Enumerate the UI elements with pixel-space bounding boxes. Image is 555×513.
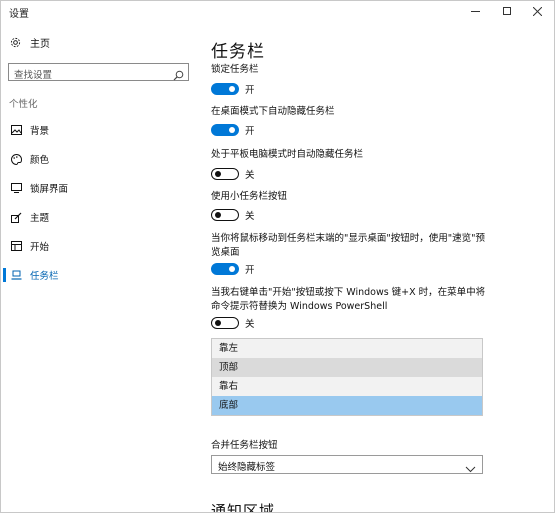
dropdown-option[interactable]: 顶部 <box>212 358 482 377</box>
combine-buttons-label: 合并任务栏按钮 <box>211 440 278 451</box>
sidebar-item-label: 锁屏界面 <box>30 184 69 195</box>
toggle-peek[interactable] <box>211 263 239 275</box>
toggle-autohide-tablet[interactable] <box>211 168 239 180</box>
home-link[interactable]: 主页 <box>9 35 50 50</box>
sidebar-item-label: 颜色 <box>30 155 50 166</box>
notification-area-heading: 通知区域 <box>211 502 276 513</box>
maximize-button[interactable] <box>492 1 522 21</box>
toggle-knob <box>215 171 221 177</box>
toggle-autohide-desktop[interactable] <box>211 124 239 136</box>
sidebar-item-label: 任务栏 <box>30 271 59 282</box>
toggle-small-buttons[interactable] <box>211 209 239 221</box>
sidebar-item-taskbar[interactable]: 任务栏 <box>1 264 201 286</box>
theme-icon <box>10 211 22 223</box>
toggle-state: 关 <box>245 170 255 181</box>
home-label: 主页 <box>30 39 50 50</box>
sidebar-item-start[interactable]: 开始 <box>1 235 201 257</box>
setting-label-lock-taskbar: 锁定任务栏 <box>211 64 259 75</box>
palette-icon <box>10 153 22 165</box>
sidebar-item-background[interactable]: 背景 <box>1 119 201 141</box>
sidebar-item-label: 背景 <box>30 126 50 137</box>
toggle-knob <box>215 320 221 326</box>
maximize-icon <box>503 7 511 15</box>
settings-window: 设置 主页 查找设置 个性化 背景 颜色 锁屏界面 主题 开始 任务栏 任务栏 … <box>0 0 555 513</box>
dropdown-option[interactable]: 底部 <box>212 396 482 415</box>
title-bar: 设置 <box>1 1 554 23</box>
search-input[interactable]: 查找设置 <box>8 63 189 81</box>
dropdown-option[interactable]: 靠左 <box>212 339 482 358</box>
main-content: 任务栏 锁定任务栏 开 在桌面模式下自动隐藏任务栏 开 处于平板电脑模式时自动隐… <box>201 23 554 513</box>
page-title: 任务栏 <box>211 42 265 62</box>
toggle-state: 开 <box>245 85 255 96</box>
setting-label-autohide-tablet: 处于平板电脑模式时自动隐藏任务栏 <box>211 149 364 160</box>
window-title: 设置 <box>9 9 29 20</box>
minimize-button[interactable] <box>460 1 490 21</box>
toggle-state: 开 <box>245 265 255 276</box>
toggle-state: 关 <box>245 211 255 222</box>
sidebar-item-colors[interactable]: 颜色 <box>1 148 201 170</box>
toggle-powershell[interactable] <box>211 317 239 329</box>
combine-buttons-select[interactable]: 始终隐藏标签 <box>211 455 483 474</box>
chevron-down-icon <box>465 459 476 478</box>
section-label: 个性化 <box>9 99 38 110</box>
lock-screen-icon <box>10 182 22 194</box>
start-icon <box>10 240 22 252</box>
sidebar-item-lock-screen[interactable]: 锁屏界面 <box>1 177 201 199</box>
search-icon <box>173 66 184 85</box>
image-icon <box>10 124 22 136</box>
toggle-lock-taskbar[interactable] <box>211 83 239 95</box>
setting-label-autohide-desktop: 在桌面模式下自动隐藏任务栏 <box>211 106 335 117</box>
setting-label-peek: 当你将鼠标移动到任务栏末端的"显示桌面"按钮时，使用"速览"预览桌面 <box>211 233 485 258</box>
combine-buttons-value: 始终隐藏标签 <box>218 462 276 473</box>
toggle-knob <box>229 127 235 133</box>
setting-label-small-buttons: 使用小任务栏按钮 <box>211 191 288 202</box>
close-button[interactable] <box>522 1 552 21</box>
toggle-knob <box>229 266 235 272</box>
dropdown-option[interactable]: 靠右 <box>212 377 482 396</box>
toggle-knob <box>215 212 221 218</box>
sidebar: 主页 查找设置 个性化 背景 颜色 锁屏界面 主题 开始 任务栏 <box>1 23 201 512</box>
close-icon <box>532 6 542 16</box>
taskbar-position-dropdown: 靠左 顶部 靠右 底部 <box>211 338 483 416</box>
sidebar-item-label: 主题 <box>30 213 50 224</box>
toggle-state: 开 <box>245 126 255 137</box>
toggle-state: 关 <box>245 319 255 330</box>
search-placeholder: 查找设置 <box>14 70 53 81</box>
toggle-knob <box>229 86 235 92</box>
sidebar-item-themes[interactable]: 主题 <box>1 206 201 228</box>
sidebar-item-label: 开始 <box>30 242 50 253</box>
taskbar-icon <box>10 269 22 281</box>
setting-label-powershell: 当我右键单击"开始"按钮或按下 Windows 键+X 时，在菜单中将命令提示符… <box>211 287 486 312</box>
gear-icon <box>9 37 21 49</box>
minimize-icon <box>470 10 480 12</box>
